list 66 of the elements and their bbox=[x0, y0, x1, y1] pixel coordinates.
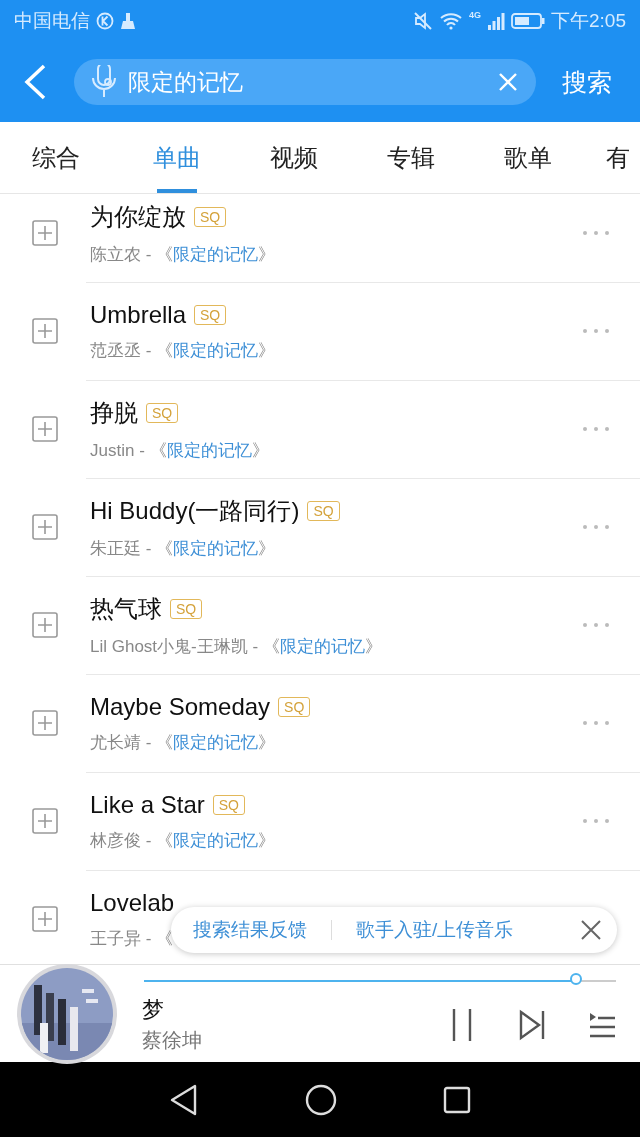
song-title: 为你绽放 bbox=[90, 201, 186, 232]
tab[interactable]: 专辑 bbox=[352, 122, 469, 193]
add-icon[interactable] bbox=[32, 906, 58, 932]
quality-tag: SQ bbox=[278, 696, 311, 717]
back-icon[interactable] bbox=[22, 64, 48, 100]
add-icon[interactable] bbox=[32, 808, 58, 834]
wifi-icon bbox=[439, 12, 463, 30]
popup-link[interactable]: 搜索结果反馈 bbox=[193, 917, 307, 943]
battery-icon bbox=[511, 12, 545, 30]
now-playing-artist: 蔡徐坤 bbox=[142, 1028, 203, 1053]
more-icon[interactable] bbox=[582, 230, 610, 236]
carrier-name: 中国电信 bbox=[14, 9, 90, 33]
signal-icon bbox=[487, 12, 505, 30]
add-icon[interactable] bbox=[32, 318, 58, 344]
more-icon[interactable] bbox=[582, 426, 610, 432]
home-icon[interactable] bbox=[305, 1083, 337, 1116]
song-title: 挣脱 bbox=[90, 397, 138, 428]
progress-thumb[interactable] bbox=[570, 973, 583, 985]
clear-icon[interactable] bbox=[498, 72, 518, 92]
quality-tag: SQ bbox=[212, 794, 245, 815]
song-title: Like a Star bbox=[90, 790, 205, 819]
microphone-icon bbox=[90, 65, 118, 99]
recents-icon[interactable] bbox=[443, 1085, 471, 1114]
broom-icon bbox=[120, 12, 136, 30]
add-icon[interactable] bbox=[32, 416, 58, 442]
song-subtitle: 陈立农 - 《限定的记忆》 bbox=[90, 243, 276, 266]
quality-tag: SQ bbox=[170, 598, 203, 619]
k-icon bbox=[96, 12, 114, 30]
song-subtitle: 尤长靖 - 《限定的记忆》 bbox=[90, 731, 276, 754]
quality-tag: SQ bbox=[146, 402, 179, 423]
song-title: Hi Buddy(一路同行) bbox=[90, 495, 300, 526]
quality-tag: SQ bbox=[194, 304, 227, 325]
song-title: 热气球 bbox=[90, 593, 162, 624]
tab[interactable]: 视频 bbox=[235, 122, 352, 193]
more-icon[interactable] bbox=[582, 524, 610, 530]
song-subtitle: 朱正廷 - 《限定的记忆》 bbox=[90, 537, 276, 560]
add-icon[interactable] bbox=[32, 220, 58, 246]
clock: 下午2:05 bbox=[551, 9, 626, 33]
next-icon[interactable] bbox=[518, 1007, 546, 1042]
more-icon[interactable] bbox=[582, 720, 610, 726]
song-subtitle: 范丞丞 - 《限定的记忆》 bbox=[90, 339, 276, 362]
song-subtitle: 王子异 - 《 bbox=[90, 927, 174, 950]
close-icon[interactable] bbox=[581, 920, 601, 940]
add-icon[interactable] bbox=[32, 612, 58, 638]
more-icon[interactable] bbox=[582, 328, 610, 334]
back-nav-icon[interactable] bbox=[169, 1083, 199, 1116]
network-type: 4G bbox=[469, 10, 481, 20]
tab[interactable]: 歌单 bbox=[469, 122, 586, 193]
tab[interactable]: 综合 bbox=[0, 122, 118, 193]
mute-icon bbox=[413, 11, 433, 31]
more-icon[interactable] bbox=[582, 622, 610, 628]
song-subtitle: Justin - 《限定的记忆》 bbox=[90, 439, 269, 462]
tab[interactable]: 有 bbox=[586, 122, 640, 193]
add-icon[interactable] bbox=[32, 710, 58, 736]
song-subtitle: 林彦俊 - 《限定的记忆》 bbox=[90, 829, 276, 852]
add-icon[interactable] bbox=[32, 514, 58, 540]
quality-tag: SQ bbox=[307, 500, 340, 521]
song-subtitle: Lil Ghost小鬼-王琳凯 - 《限定的记忆》 bbox=[90, 635, 382, 658]
popup-link[interactable]: 歌手入驻/上传音乐 bbox=[356, 917, 514, 943]
search-text: 限定的记忆 bbox=[128, 67, 244, 97]
song-title: Maybe Someday bbox=[90, 692, 271, 721]
quality-tag: SQ bbox=[194, 206, 227, 227]
more-icon[interactable] bbox=[582, 818, 610, 824]
song-title: Lovelab bbox=[90, 888, 175, 917]
song-title: Umbrella bbox=[90, 300, 187, 329]
now-playing-title: 梦 bbox=[142, 996, 165, 1024]
